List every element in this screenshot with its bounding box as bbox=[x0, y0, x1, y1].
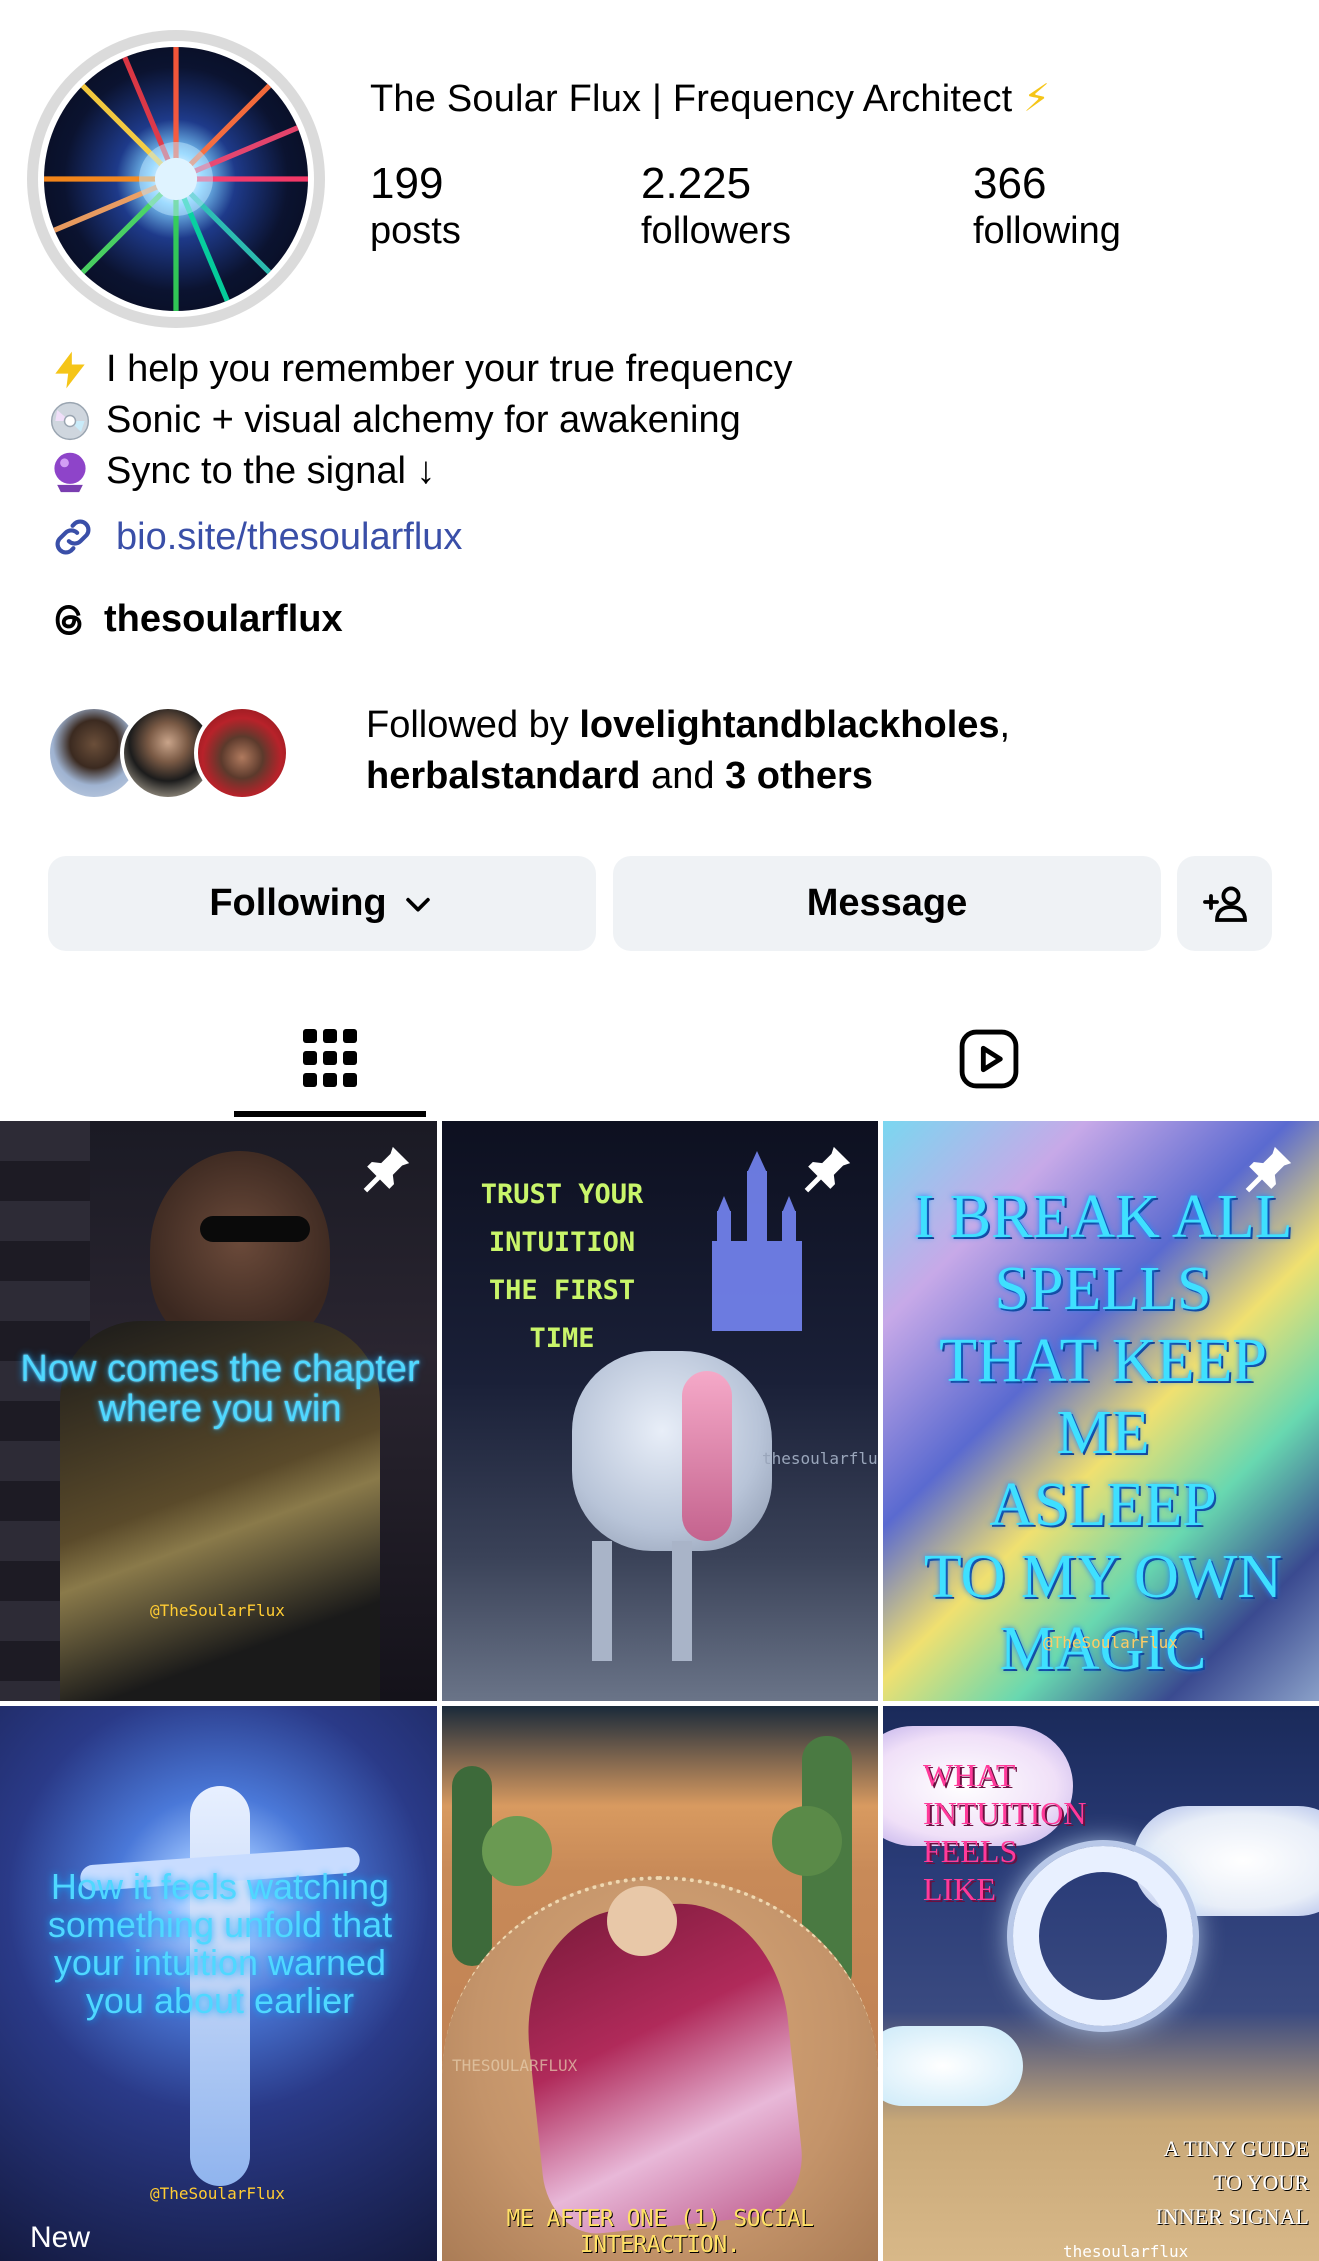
message-button[interactable]: Message bbox=[613, 856, 1161, 951]
active-tab-indicator bbox=[234, 1111, 426, 1117]
post-2[interactable]: TRUST YOUR INTUITION THE FIRST TIME thes… bbox=[442, 1121, 878, 1701]
add-person-icon bbox=[1202, 885, 1247, 922]
lightning-icon bbox=[48, 348, 92, 392]
post-2-watermark: thesoularflux bbox=[762, 1449, 878, 1468]
post-3[interactable]: I BREAK ALL SPELLS THAT KEEP ME ASLEEP T… bbox=[883, 1121, 1319, 1701]
post-1-watermark: @TheSoularFlux bbox=[150, 1601, 285, 1620]
profile-bio: I help you remember your true frequency … bbox=[48, 344, 792, 497]
tab-reels[interactable] bbox=[893, 1000, 1085, 1118]
disc-icon bbox=[48, 399, 92, 443]
post-5-caption: ME AFTER ONE (1) SOCIAL INTERACTION. bbox=[506, 2206, 815, 2258]
threads-badge[interactable]: thesoularflux bbox=[48, 598, 343, 641]
post-3-watermark: @TheSoularFlux bbox=[1043, 1633, 1178, 1652]
chevron-down-icon bbox=[405, 897, 430, 912]
post-6[interactable]: WHAT INTUITION FEELS LIKE A TINY GUIDE T… bbox=[883, 1706, 1319, 2261]
reels-icon bbox=[959, 1029, 1019, 1089]
suggest-people-button[interactable] bbox=[1177, 856, 1272, 951]
avatar-image bbox=[44, 47, 308, 311]
bio-link[interactable]: bio.site/thesoularflux bbox=[48, 512, 462, 562]
post-5-watermark: THESOULARFLUX bbox=[452, 2056, 578, 2075]
post-6-subcaption: A TINY GUIDE TO YOUR INNER SIGNAL bbox=[1155, 2136, 1309, 2229]
bio-line-2: Sonic + visual alchemy for awakening bbox=[106, 399, 741, 441]
threads-icon bbox=[55, 604, 82, 635]
profile-name: The Soular Flux | Frequency Architect ⚡ bbox=[370, 78, 1051, 120]
tab-posts-grid[interactable] bbox=[234, 1000, 426, 1118]
post-6-caption: WHAT INTUITION FEELS LIKE bbox=[923, 1757, 1087, 1907]
following-count[interactable]: 366 following bbox=[973, 159, 1121, 256]
posts-grid: Now comes the chapter where you win @The… bbox=[0, 1121, 1319, 2261]
post-4-caption: How it feels watching something unfold t… bbox=[47, 1866, 393, 2021]
followers-count[interactable]: 2.225 followers bbox=[641, 159, 791, 256]
grid-icon bbox=[303, 1029, 357, 1087]
pin-icon bbox=[800, 1141, 856, 1197]
post-1[interactable]: Now comes the chapter where you win @The… bbox=[0, 1121, 437, 1701]
post-4-watermark: @TheSoularFlux bbox=[150, 2184, 285, 2203]
post-3-caption: I BREAK ALL SPELLS THAT KEEP ME ASLEEP T… bbox=[913, 1183, 1293, 1683]
lightning-icon: ⚡ bbox=[1023, 78, 1051, 120]
post-5[interactable]: ME AFTER ONE (1) SOCIAL INTERACTION. THE… bbox=[442, 1706, 878, 2261]
bio-line-3: Sync to the signal ↓ bbox=[106, 450, 436, 492]
post-6-watermark: thesoularflux bbox=[1063, 2242, 1189, 2261]
post-4[interactable]: How it feels watching something unfold t… bbox=[0, 1706, 437, 2261]
threads-handle: thesoularflux bbox=[104, 598, 343, 640]
posts-count[interactable]: 199 posts bbox=[370, 159, 461, 256]
followed-by[interactable]: Followed by lovelightandblackholes, herb… bbox=[46, 700, 1010, 802]
mutual-avatar-3 bbox=[194, 705, 290, 801]
link-icon bbox=[55, 519, 91, 555]
new-badge: New bbox=[30, 2221, 91, 2254]
followed-by-text: Followed by lovelightandblackholes, herb… bbox=[366, 704, 1011, 797]
bio-link-text[interactable]: bio.site/thesoularflux bbox=[116, 516, 462, 559]
post-2-caption: TRUST YOUR INTUITION THE FIRST TIME bbox=[480, 1179, 644, 1354]
bio-line-1: I help you remember your true frequency bbox=[106, 348, 793, 390]
post-1-caption: Now comes the chapter where you win bbox=[20, 1348, 420, 1430]
profile-tabs bbox=[0, 1000, 1319, 1118]
crystal-ball-icon bbox=[48, 450, 92, 494]
profile-avatar[interactable] bbox=[27, 30, 325, 328]
pin-icon bbox=[359, 1141, 415, 1197]
following-button[interactable]: Following bbox=[48, 856, 596, 951]
